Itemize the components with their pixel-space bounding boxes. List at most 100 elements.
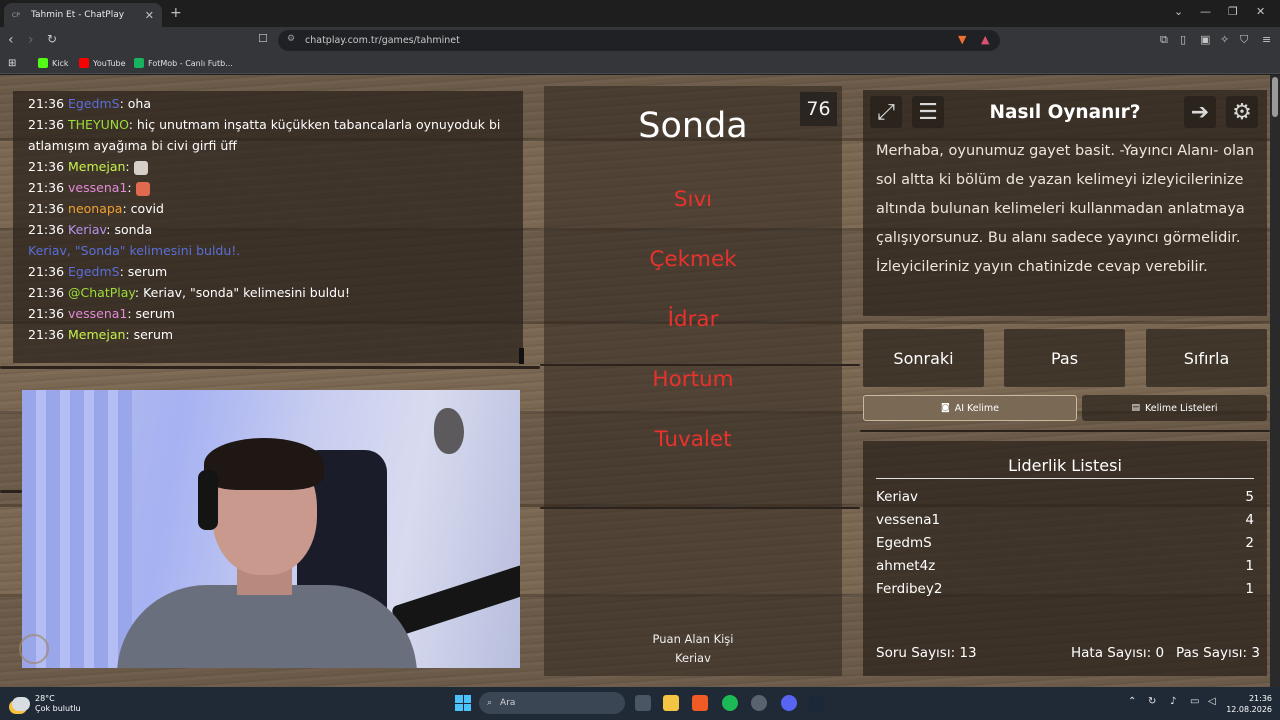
bookmark-fotmob[interactable]: FotMob - Canlı Futb... — [134, 58, 233, 68]
obs-icon[interactable] — [751, 695, 767, 711]
vpn-shield-icon[interactable]: ⛉ — [1240, 33, 1248, 47]
page-scrollbar[interactable] — [1270, 75, 1280, 687]
chat-text: : sonda — [106, 222, 153, 237]
close-window-icon[interactable]: ✕ — [1256, 5, 1265, 18]
reset-button[interactable]: Sıfırla — [1146, 329, 1267, 387]
chat-username[interactable]: @ChatPlay — [68, 285, 135, 300]
chat-username[interactable]: EgedmS — [68, 264, 120, 279]
windows-start-icon[interactable] — [455, 695, 471, 711]
chat-username[interactable]: Memejan — [68, 327, 125, 342]
notes-icon[interactable]: ☰ — [912, 96, 944, 128]
streamer-shirt — [117, 585, 417, 668]
menu-icon[interactable]: ≡ — [1262, 33, 1271, 46]
word-lists-button[interactable]: ▤ Kelime Listeleri — [1082, 395, 1267, 421]
discord-icon[interactable] — [781, 695, 797, 711]
forbidden-word: Hortum — [652, 367, 734, 392]
maximize-icon[interactable]: ❐ — [1228, 5, 1238, 18]
tab-title: Tahmin Et - ChatPlay — [31, 10, 125, 20]
task-view-icon[interactable] — [635, 695, 651, 711]
question-count: Soru Sayısı: 13 — [876, 645, 977, 661]
chat-username[interactable]: EgedmS — [68, 96, 120, 111]
chat-text: : — [127, 180, 136, 195]
bookmark-youtube[interactable]: YouTube — [79, 58, 126, 68]
fullscreen-icon[interactable]: ⤢ — [870, 96, 902, 128]
chat-message: 21:36 Keriav: sonda — [28, 219, 508, 240]
exit-icon[interactable]: ➔ — [1184, 96, 1216, 128]
player-name: Keriav — [876, 489, 919, 505]
taskbar-search[interactable]: ⌕ Ara — [479, 692, 625, 714]
bookmark-label: FotMob - Canlı Futb... — [148, 58, 233, 68]
target-word: Sonda — [638, 106, 748, 146]
chat-username[interactable]: neonapa — [68, 201, 122, 216]
tray-chevron-icon[interactable]: ⌃ — [1128, 696, 1136, 707]
settings-gear-icon[interactable]: ⚙ — [1226, 96, 1258, 128]
bookmark-icon[interactable]: ☐ — [258, 32, 268, 45]
browser-tab[interactable]: CP Tahmin Et - ChatPlay ✕ — [4, 3, 162, 27]
leaderboard-row: Ferdibey2 1 — [876, 581, 1254, 597]
chat-username[interactable]: vessena1 — [68, 180, 127, 195]
chat-username[interactable]: Keriav — [68, 222, 106, 237]
chat-text: : Keriav, "sonda" kelimesini buldu! — [134, 285, 350, 300]
chat-time: 21:36 — [28, 96, 65, 111]
tab-search-chevron-icon[interactable]: ⌄ — [1174, 5, 1183, 18]
scorer-label: Puan Alan Kişi — [652, 632, 734, 646]
ai-word-button[interactable]: ◙ AI Kelime — [863, 395, 1077, 421]
tray-sync-icon[interactable]: ↻ — [1148, 696, 1156, 707]
chat-text: : — [125, 159, 134, 174]
chat-scrollbar[interactable] — [519, 348, 524, 364]
microphone-icon[interactable]: ♪ — [1170, 696, 1176, 707]
chat-username[interactable]: Memejan — [68, 159, 125, 174]
system-clock[interactable]: 21:36 12.08.2026 — [1226, 693, 1272, 715]
player-name: ahmet4z — [876, 558, 936, 574]
chat-message: 21:36 vessena1: — [28, 177, 508, 198]
word-lists-label: Kelime Listeleri — [1145, 402, 1218, 414]
forbidden-word: Sıvı — [673, 187, 713, 212]
curtain — [22, 390, 132, 668]
wood-crack — [860, 430, 1270, 432]
search-icon: ⌕ — [487, 698, 493, 708]
weather-widget[interactable]: 28°C Çok bulutlu — [12, 694, 81, 714]
network-icon[interactable]: ▭ — [1190, 696, 1199, 707]
player-name: Ferdibey2 — [876, 581, 943, 597]
forbidden-word: İdrar — [667, 307, 719, 332]
forward-icon[interactable]: › — [28, 32, 34, 48]
sidebar-icon[interactable]: ▯ — [1180, 33, 1186, 46]
url-field[interactable]: ⚙ chatplay.com.tr/games/tahminet — [278, 30, 1000, 51]
volume-icon[interactable]: ◁ — [1208, 696, 1216, 707]
chat-time: 21:36 — [28, 306, 65, 321]
extensions-icon[interactable]: ⧉ — [1160, 33, 1168, 47]
close-tab-icon[interactable]: ✕ — [145, 9, 154, 22]
brave-browser-icon[interactable] — [692, 695, 708, 711]
mic-arm — [390, 564, 520, 636]
minimize-icon[interactable]: — — [1200, 5, 1211, 18]
wood-crack — [0, 366, 540, 369]
player-name: vessena1 — [876, 512, 941, 528]
wallet-icon[interactable]: ▣ — [1200, 33, 1210, 46]
chatplay-favicon-icon: CP — [12, 11, 20, 19]
chat-username[interactable]: THEYUNO — [68, 117, 129, 132]
new-tab-icon[interactable]: + — [170, 5, 182, 21]
streamer-hair — [204, 438, 324, 490]
wall-ornament — [434, 408, 464, 454]
brave-shields-icon[interactable]: ▼ — [958, 33, 966, 46]
leo-ai-icon[interactable]: ✧ — [1220, 33, 1229, 46]
reload-icon[interactable]: ↻ — [47, 32, 57, 46]
chat-text: : serum — [127, 306, 175, 321]
player-score: 1 — [1245, 558, 1254, 574]
steam-icon[interactable] — [809, 695, 825, 711]
chat-panel: 21:36 EgedmS: oha 21:36 THEYUNO: hiç unut… — [13, 91, 524, 364]
bookmark-kick[interactable]: Kick — [38, 58, 69, 68]
chat-username[interactable]: vessena1 — [68, 306, 127, 321]
pass-button[interactable]: Pas — [1004, 329, 1125, 387]
file-explorer-icon[interactable] — [663, 695, 679, 711]
bookmarks-bar: ⊞ Kick YouTube FotMob - Canlı Futb... — [0, 54, 1280, 74]
site-info-icon[interactable]: ⚙ — [287, 34, 295, 44]
weather-desc: Çok bulutlu — [35, 704, 81, 713]
scrollbar-thumb[interactable] — [1272, 77, 1278, 117]
next-button[interactable]: Sonraki — [863, 329, 984, 387]
spotify-icon[interactable] — [722, 695, 738, 711]
address-toolbar: ‹ › ↻ ☐ ⚙ chatplay.com.tr/games/tahminet… — [0, 27, 1280, 54]
brave-rewards-icon[interactable]: ▲ — [981, 33, 989, 46]
apps-grid-icon[interactable]: ⊞ — [8, 58, 16, 69]
back-icon[interactable]: ‹ — [8, 32, 14, 48]
